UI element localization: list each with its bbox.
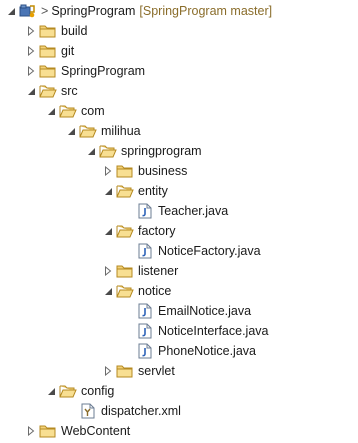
collapsed-arrow-icon[interactable] [26,64,36,78]
arrow-spacer [123,324,133,338]
tree-label-build: build [61,24,88,38]
tree-row-noticeinterface-java[interactable]: NoticeInterface.java [123,321,268,341]
java-file-icon [136,343,154,359]
folder-icon [39,43,57,59]
open-folder-icon [79,123,97,139]
collapsed-arrow-icon[interactable] [26,424,36,438]
tree-label-springprogram: SpringProgram [61,64,146,78]
open-folder-icon [116,283,134,299]
tree-row-webcontent[interactable]: WebContent [26,421,130,441]
arrow-spacer [123,244,133,258]
tree-row-factory[interactable]: factory [103,221,176,241]
tree-row-noticefactory-java[interactable]: NoticeFactory.java [123,241,261,261]
tree-label-listener: listener [138,264,179,278]
tree-row-springprogram-folder[interactable]: SpringProgram [26,61,145,81]
tree-label-springprogram-pkg: springprogram [121,144,202,158]
tree-label-business: business [138,164,188,178]
tree-row-listener[interactable]: listener [103,261,178,281]
collapsed-arrow-icon[interactable] [26,44,36,58]
folder-icon [39,63,57,79]
collapsed-arrow-icon[interactable] [103,264,113,278]
tree-label-webcontent: WebContent [61,424,131,438]
tree-row-dispatcher-xml[interactable]: dispatcher.xml [66,401,181,421]
tree-label-src: src [61,84,78,98]
open-folder-icon [116,223,134,239]
tree-label-emailnotice-java: EmailNotice.java [158,304,252,318]
arrow-spacer [123,304,133,318]
folder-icon [116,263,134,279]
arrow-spacer [123,204,133,218]
tree-row-com[interactable]: com [46,101,105,121]
java-file-icon [136,243,154,259]
tree-row-entity[interactable]: entity [103,181,168,201]
tree-label-teacher-java: Teacher.java [158,204,229,218]
tree-row-springprogram-package[interactable]: springprogram [86,141,202,161]
expanded-arrow-icon[interactable] [86,144,96,158]
tree-label-servlet: servlet [138,364,175,378]
java-file-icon [136,323,154,339]
tree-row-project[interactable]: > SpringProgram [SpringProgram master] [6,1,272,21]
tree-label-noticeinterface-java: NoticeInterface.java [158,324,269,338]
open-folder-icon [116,183,134,199]
collapsed-arrow-icon[interactable] [26,24,36,38]
tree-row-business[interactable]: business [103,161,187,181]
arrow-spacer [123,344,133,358]
tree-row-teacher-java[interactable]: Teacher.java [123,201,228,221]
tree-label-config: config [81,384,115,398]
java-file-icon [136,203,154,219]
folder-icon [39,23,57,39]
expanded-arrow-icon[interactable] [103,284,113,298]
expanded-arrow-icon[interactable] [46,104,56,118]
tree-label-entity: entity [138,184,168,198]
expanded-arrow-icon[interactable] [26,84,36,98]
expanded-arrow-icon[interactable] [103,184,113,198]
git-change-prefix: > [41,4,49,18]
project-name: SpringProgram [51,4,136,18]
open-folder-icon [59,383,77,399]
arrow-spacer [66,404,76,418]
java-file-icon [136,303,154,319]
tree-row-servlet[interactable]: servlet [103,361,175,381]
tree-label-git: git [61,44,75,58]
tree-label-com: com [81,104,105,118]
tree-label-factory: factory [138,224,176,238]
expanded-arrow-icon[interactable] [66,124,76,138]
expanded-arrow-icon[interactable] [6,4,16,18]
open-folder-icon [99,143,117,159]
tree-row-milihua[interactable]: milihua [66,121,141,141]
tree-row-git[interactable]: git [26,41,74,61]
tree-label-dispatcher-xml: dispatcher.xml [101,404,181,418]
folder-icon [116,363,134,379]
tree-row-notice[interactable]: notice [103,281,171,301]
open-folder-icon [39,83,57,99]
tree-label-noticefactory-java: NoticeFactory.java [158,244,261,258]
tree-row-config[interactable]: config [46,381,114,401]
tree-row-emailnotice-java[interactable]: EmailNotice.java [123,301,251,321]
xml-file-icon [79,403,97,419]
tree-label-milihua: milihua [101,124,141,138]
folder-icon [116,163,134,179]
tree-label-notice: notice [138,284,172,298]
project-git-decoration: [SpringProgram master] [139,4,273,18]
project-icon [19,3,37,19]
expanded-arrow-icon[interactable] [46,384,56,398]
tree-row-phonenotice-java[interactable]: PhoneNotice.java [123,341,256,361]
expanded-arrow-icon[interactable] [103,224,113,238]
tree-row-src[interactable]: src [26,81,78,101]
collapsed-arrow-icon[interactable] [103,164,113,178]
tree-label-phonenotice-java: PhoneNotice.java [158,344,256,358]
open-folder-icon [59,103,77,119]
tree-row-build[interactable]: build [26,21,87,41]
folder-icon [39,423,57,439]
collapsed-arrow-icon[interactable] [103,364,113,378]
